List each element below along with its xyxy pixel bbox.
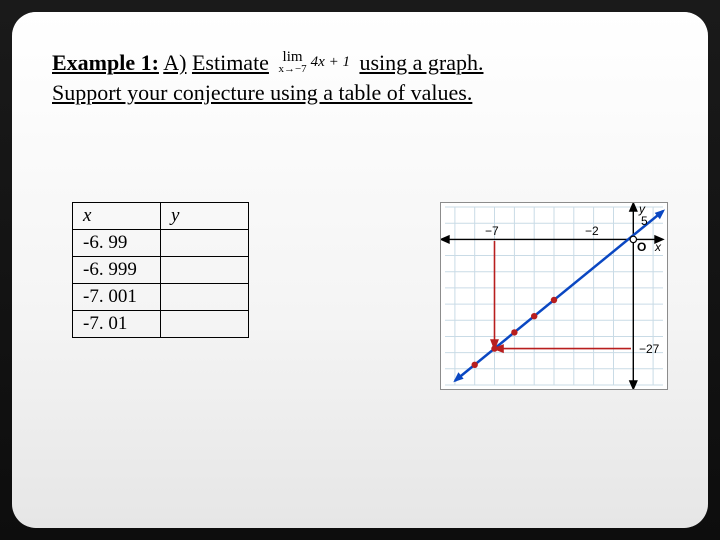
col-header-y: y [161, 203, 249, 230]
limit-expression: lim x→−7 4x + 1 [278, 50, 350, 75]
ytick-neg27: −27 [639, 342, 660, 356]
values-table: x y -6. 99 -6. 999 -7. 001 -7. 01 [72, 202, 249, 338]
axis-label-x: x [654, 240, 662, 254]
after-limit: using a graph. [359, 50, 483, 75]
cell-y [161, 284, 249, 311]
cell-x: -6. 99 [73, 230, 161, 257]
cell-y [161, 257, 249, 284]
origin-marker [630, 236, 636, 242]
axis-label-y: y [638, 203, 646, 216]
cell-y [161, 311, 249, 338]
table-row: -7. 001 [73, 284, 249, 311]
content-row: x y -6. 99 -6. 999 -7. 001 -7. 01 [72, 202, 668, 390]
graph-svg: −7 −2 5 −27 y x O [441, 203, 667, 389]
slide-frame: Example 1: A) Estimate lim x→−7 4x + 1 u… [0, 0, 720, 540]
cell-y [161, 230, 249, 257]
xtick-neg7: −7 [485, 224, 499, 238]
prompt-line2: Support your conjecture using a table of… [52, 80, 472, 105]
table-header-row: x y [73, 203, 249, 230]
table-row: -6. 99 [73, 230, 249, 257]
cell-x: -7. 01 [73, 311, 161, 338]
graph: −7 −2 5 −27 y x O [440, 202, 668, 390]
lim-sub: x→−7 [278, 64, 306, 76]
table-row: -6. 999 [73, 257, 249, 284]
ytick-5: 5 [641, 214, 648, 228]
lim-func: 4x + 1 [311, 55, 350, 71]
cell-x: -6. 999 [73, 257, 161, 284]
problem-prompt: Example 1: A) Estimate lim x→−7 4x + 1 u… [52, 48, 668, 107]
col-header-x: x [73, 203, 161, 230]
table-row: -7. 01 [73, 311, 249, 338]
verb: Estimate [192, 50, 269, 75]
example-label: Example 1: [52, 50, 159, 75]
part-label: A) [163, 50, 186, 75]
cell-x: -7. 001 [73, 284, 161, 311]
grid [445, 207, 663, 385]
xtick-neg2: −2 [585, 224, 599, 238]
origin-label: O [637, 240, 646, 254]
content-card: Example 1: A) Estimate lim x→−7 4x + 1 u… [12, 12, 708, 528]
